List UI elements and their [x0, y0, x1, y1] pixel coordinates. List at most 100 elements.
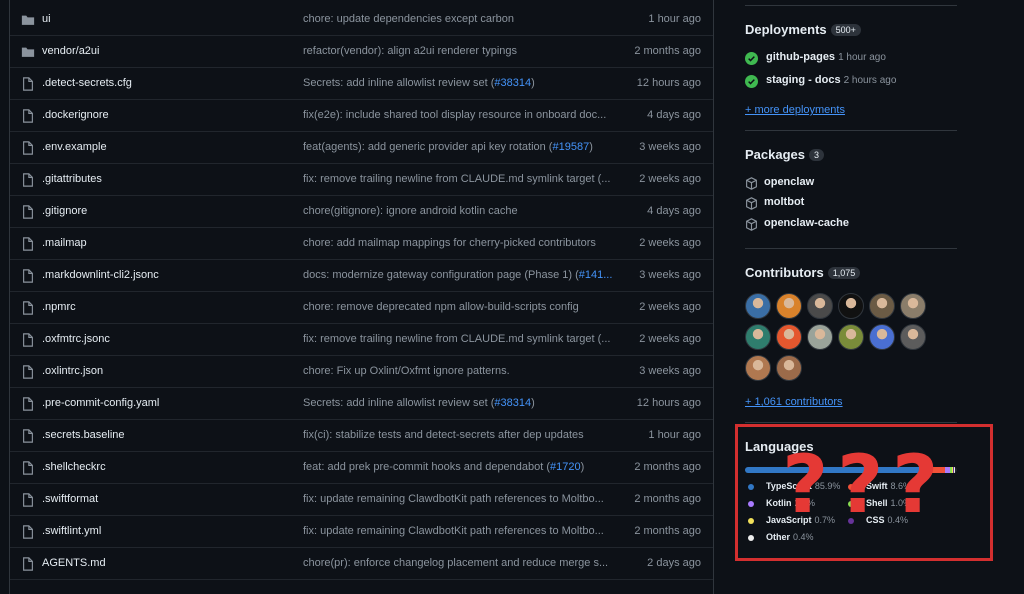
- file-icon: [21, 269, 35, 283]
- pr-link[interactable]: #38314: [494, 77, 531, 89]
- file-row[interactable]: .detect-secrets.cfg Secrets: add inline a…: [10, 68, 713, 100]
- commit-time: 2 weeks ago: [639, 301, 701, 313]
- contributor-avatar[interactable]: [869, 324, 895, 350]
- deployment-name: github-pages 1 hour ago: [766, 51, 886, 63]
- commit-message-link[interactable]: fix: remove trailing newline from CLAUDE…: [303, 173, 621, 185]
- file-name-link[interactable]: .npmrc: [42, 301, 76, 313]
- commit-message-link[interactable]: chore: update dependencies except carbon: [303, 13, 621, 25]
- file-icon: [21, 493, 35, 507]
- commit-message-link[interactable]: fix(e2e): include shared tool display re…: [303, 109, 621, 121]
- commit-message-link[interactable]: fix: remove trailing newline from CLAUDE…: [303, 333, 621, 345]
- deployments-count: 500+: [830, 24, 861, 36]
- check-circle-icon: [745, 52, 758, 65]
- file-row[interactable]: .shellcheckrc feat: add prek pre-commit h…: [10, 452, 713, 484]
- file-name-link[interactable]: .env.example: [42, 141, 107, 153]
- deployment-time: 1 hour ago: [838, 52, 886, 63]
- file-row[interactable]: .oxfmtrc.jsonc fix: remove trailing newli…: [10, 324, 713, 356]
- contributors-title[interactable]: Contributors 1,075: [745, 265, 861, 280]
- commit-message-link[interactable]: fix(ci): stabilize tests and detect-secr…: [303, 429, 621, 441]
- file-row[interactable]: .swiftlint.yml fix: update remaining Claw…: [10, 516, 713, 548]
- contributor-avatar[interactable]: [838, 324, 864, 350]
- contributor-avatar[interactable]: [869, 293, 895, 319]
- file-name-link[interactable]: .detect-secrets.cfg: [42, 77, 132, 89]
- file-icon: [21, 237, 35, 251]
- file-icon: [21, 461, 35, 475]
- file-row[interactable]: .secrets.baseline fix(ci): stabilize test…: [10, 420, 713, 452]
- file-row[interactable]: ui chore: update dependencies except carb…: [10, 4, 713, 36]
- commit-time: 12 hours ago: [636, 397, 701, 409]
- package-icon: [746, 197, 757, 210]
- commit-message-link[interactable]: docs: modernize gateway configuration pa…: [303, 269, 621, 281]
- file-name-link[interactable]: .swiftlint.yml: [42, 525, 101, 537]
- commit-message-link[interactable]: feat: add prek pre-commit hooks and depe…: [303, 461, 621, 473]
- pr-link[interactable]: #1720: [550, 461, 581, 473]
- file-row[interactable]: .dockerignore fix(e2e): include shared to…: [10, 100, 713, 132]
- contributor-avatar[interactable]: [807, 324, 833, 350]
- file-row[interactable]: .env.example feat(agents): add generic pr…: [10, 132, 713, 164]
- commit-message-link[interactable]: chore(gitignore): ignore android kotlin …: [303, 205, 621, 217]
- commit-time: 2 weeks ago: [639, 173, 701, 185]
- commit-message-link[interactable]: refactor(vendor): align a2ui renderer ty…: [303, 45, 621, 57]
- commit-message-link[interactable]: chore: Fix up Oxlint/Oxfmt ignore patter…: [303, 365, 621, 377]
- more-contributors-link[interactable]: + 1,061 contributors: [745, 396, 843, 408]
- file-name-link[interactable]: .gitattributes: [42, 173, 102, 185]
- file-name-link[interactable]: .oxlintrc.json: [42, 365, 103, 377]
- file-row[interactable]: .mailmap chore: add mailmap mappings for …: [10, 228, 713, 260]
- file-name-link[interactable]: .dockerignore: [42, 109, 109, 121]
- contributor-avatar[interactable]: [900, 324, 926, 350]
- contributor-avatar[interactable]: [776, 324, 802, 350]
- contributor-avatar[interactable]: [745, 293, 771, 319]
- commit-message-link[interactable]: Secrets: add inline allowlist review set…: [303, 397, 621, 409]
- file-row[interactable]: vendor/a2ui refactor(vendor): align a2ui …: [10, 36, 713, 68]
- file-name-link[interactable]: .gitignore: [42, 205, 87, 217]
- file-icon: [21, 77, 35, 91]
- contributor-avatar[interactable]: [838, 293, 864, 319]
- pr-link[interactable]: #19587: [552, 141, 589, 153]
- commit-message-link[interactable]: chore(pr): enforce changelog placement a…: [303, 557, 621, 569]
- file-name-link[interactable]: .swiftformat: [42, 493, 98, 505]
- file-icon: [21, 397, 35, 411]
- file-name-link[interactable]: AGENTS.md: [42, 557, 106, 569]
- packages-title[interactable]: Packages 3: [745, 147, 825, 162]
- commit-time: 2 months ago: [634, 493, 701, 505]
- package-icon: [746, 177, 757, 190]
- commit-message-link[interactable]: fix: update remaining ClawdbotKit path r…: [303, 525, 621, 537]
- file-row[interactable]: .gitignore chore(gitignore): ignore andro…: [10, 196, 713, 228]
- file-icon: [21, 525, 35, 539]
- commit-time: 2 weeks ago: [639, 237, 701, 249]
- commit-time: 4 days ago: [647, 205, 701, 217]
- file-row[interactable]: .gitattributes fix: remove trailing newli…: [10, 164, 713, 196]
- commit-message-link[interactable]: chore: add mailmap mappings for cherry-p…: [303, 237, 621, 249]
- file-name-link[interactable]: .markdownlint-cli2.jsonc: [42, 269, 159, 281]
- contributor-avatar[interactable]: [900, 293, 926, 319]
- contributor-avatar[interactable]: [745, 355, 771, 381]
- file-name-link[interactable]: .oxfmtrc.jsonc: [42, 333, 110, 345]
- file-name-link[interactable]: .mailmap: [42, 237, 87, 249]
- contributor-avatar[interactable]: [776, 355, 802, 381]
- file-name-link[interactable]: vendor/a2ui: [42, 45, 100, 57]
- file-row[interactable]: .oxlintrc.json chore: Fix up Oxlint/Oxfmt…: [10, 356, 713, 388]
- file-name-link[interactable]: .secrets.baseline: [42, 429, 125, 441]
- contributor-avatar[interactable]: [807, 293, 833, 319]
- commit-message-link[interactable]: chore: remove deprecated npm allow-build…: [303, 301, 621, 313]
- file-row[interactable]: AGENTS.md chore(pr): enforce changelog pl…: [10, 548, 713, 580]
- file-icon: [21, 301, 35, 315]
- pr-link[interactable]: #38314: [494, 397, 531, 409]
- file-row[interactable]: .markdownlint-cli2.jsonc docs: modernize …: [10, 260, 713, 292]
- commit-message-link[interactable]: fix: update remaining ClawdbotKit path r…: [303, 493, 621, 505]
- file-name-link[interactable]: .shellcheckrc: [42, 461, 106, 473]
- commit-message-link[interactable]: feat(agents): add generic provider api k…: [303, 141, 621, 153]
- commit-time: 3 weeks ago: [639, 365, 701, 377]
- file-name-link[interactable]: .pre-commit-config.yaml: [42, 397, 159, 409]
- file-row[interactable]: .swiftformat fix: update remaining Clawdb…: [10, 484, 713, 516]
- file-name-link[interactable]: ui: [42, 13, 51, 25]
- commit-message-link[interactable]: Secrets: add inline allowlist review set…: [303, 77, 621, 89]
- deployments-title[interactable]: Deployments 500+: [745, 22, 861, 37]
- more-deployments-link[interactable]: + more deployments: [745, 104, 845, 116]
- file-row[interactable]: .npmrc chore: remove deprecated npm allow…: [10, 292, 713, 324]
- pr-link[interactable]: #141...: [579, 269, 613, 281]
- contributor-avatar[interactable]: [745, 324, 771, 350]
- divider: [745, 130, 957, 131]
- contributor-avatar[interactable]: [776, 293, 802, 319]
- file-row[interactable]: .pre-commit-config.yaml Secrets: add inli…: [10, 388, 713, 420]
